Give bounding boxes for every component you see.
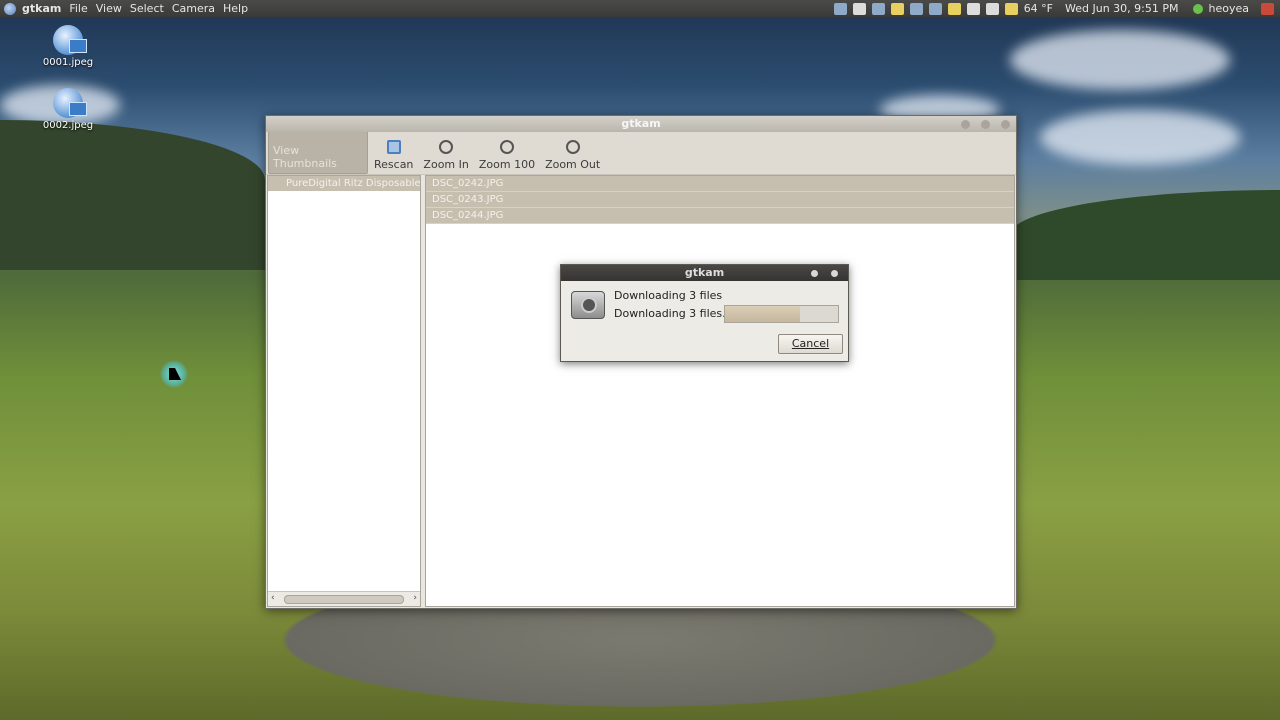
close-icon[interactable] [831,270,838,277]
progress-fill [725,306,800,322]
toolbar: View Thumbnails Rescan Zoom In Zoom 100 … [266,131,1016,175]
zoom-out-label: Zoom Out [545,158,601,171]
cloud [1040,110,1240,165]
file-list-item[interactable]: DSC_0244.JPG [426,208,1014,224]
refresh-icon [386,140,401,154]
zoom-in-button[interactable]: Zoom In [419,133,472,174]
minimize-icon[interactable] [811,270,818,277]
screen-icon[interactable] [871,2,885,15]
rescan-label: Rescan [374,158,414,171]
minimize-icon[interactable] [961,120,970,129]
gtkam-window: gtkam View Thumbnails Rescan Zoom In Zoo… [265,115,1017,609]
mountain [1010,190,1280,280]
network-icon[interactable] [928,2,942,15]
volume-icon[interactable] [985,2,999,15]
menu-file[interactable]: File [69,2,87,15]
app-menu-title[interactable]: gtkam [22,2,61,15]
mountain [0,120,265,270]
image-file-icon [53,25,87,55]
zoom-100-button[interactable]: Zoom 100 [475,133,539,174]
dialog-status: Downloading 3 files... [614,307,733,320]
dialog-titlebar[interactable]: gtkam [561,265,848,281]
window-title: gtkam [621,117,661,130]
top-panel: gtkam File View Select Camera Help 64 °F… [0,0,1280,17]
update-icon[interactable] [966,2,980,15]
dialog-title: gtkam [684,266,725,279]
window-titlebar[interactable]: gtkam [266,116,1016,132]
window-content: PureDigital Ritz Disposable ‹ › DSC_0242… [267,175,1015,607]
system-tray: 64 °F Wed Jun 30, 9:51 PM heoyea [833,0,1274,17]
desktop-file-0001[interactable]: 0001.jpeg [38,25,98,68]
rescan-button[interactable]: Rescan [370,133,417,174]
zoom-in-icon [439,140,454,154]
file-list-item[interactable]: DSC_0243.JPG [426,192,1014,208]
scrollbar-thumb[interactable] [284,595,404,604]
user-status-icon[interactable] [1192,3,1203,14]
zoom-100-label: Zoom 100 [478,158,536,171]
download-progress-bar [724,305,839,323]
file-list-item[interactable]: DSC_0242.JPG [426,176,1014,192]
view-thumbnails-button[interactable]: View Thumbnails [268,131,368,174]
menu-camera[interactable]: Camera [172,2,215,15]
message-icon[interactable] [1004,2,1018,15]
camera-tree: PureDigital Ritz Disposable ‹ › [267,175,421,607]
dialog-message: Downloading 3 files [614,289,723,302]
ubuntu-logo-icon[interactable] [4,2,16,15]
file-list: DSC_0242.JPG DSC_0243.JPG DSC_0244.JPG [425,175,1015,607]
cloud [1010,30,1230,90]
desktop-file-label: 0002.jpeg [42,120,94,131]
maximize-icon[interactable] [981,120,990,129]
weather-text[interactable]: 64 °F [1024,2,1053,15]
cancel-button[interactable]: Cancel [778,334,843,354]
download-dialog: gtkam Downloading 3 files Downloading 3 … [560,264,849,362]
zoom-out-icon [565,140,580,154]
menu-view[interactable]: View [96,2,122,15]
menu-select[interactable]: Select [130,2,164,15]
power-icon[interactable] [1261,2,1274,15]
mail-icon[interactable] [947,2,961,15]
user-name[interactable]: heoyea [1209,2,1250,15]
zoom-in-label: Zoom In [423,158,469,171]
zoom-out-button[interactable]: Zoom Out [541,133,604,174]
hp-icon[interactable] [833,2,847,15]
menu-help[interactable]: Help [223,2,248,15]
horizontal-scrollbar[interactable]: ‹ › [268,591,420,606]
notes-icon[interactable] [890,2,904,15]
camera-tree-item[interactable]: PureDigital Ritz Disposable [268,176,420,191]
mouse-cursor-icon [160,360,188,388]
desktop-file-label: 0001.jpeg [42,57,94,68]
camera-icon [571,291,605,319]
clock-text[interactable]: Wed Jun 30, 9:51 PM [1065,2,1178,15]
desktop-file-0002[interactable]: 0002.jpeg [38,88,98,131]
search-icon[interactable] [852,2,866,15]
view-thumbnails-label: View Thumbnails [273,144,337,170]
display-icon[interactable] [909,2,923,15]
image-file-icon [53,88,87,118]
zoom-100-icon [499,140,514,154]
scroll-right-icon[interactable]: › [413,593,417,603]
close-icon[interactable] [1001,120,1010,129]
scroll-left-icon[interactable]: ‹ [271,593,275,603]
